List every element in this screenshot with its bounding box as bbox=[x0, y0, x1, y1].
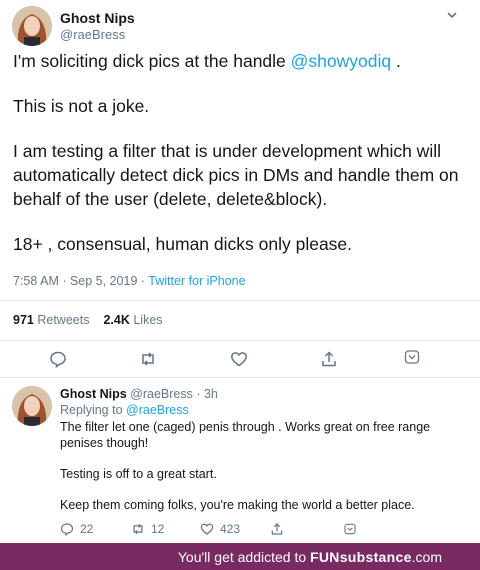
likes-count: 2.4K bbox=[103, 313, 130, 327]
retweets-label: Retweets bbox=[37, 313, 90, 327]
like-action[interactable]: 423 bbox=[200, 521, 240, 537]
tweet-paragraph: This is not a joke. bbox=[13, 96, 150, 116]
banner-text: You'll get addicted to FUNsubstance.com bbox=[178, 549, 442, 565]
retweets-stat[interactable]: 971 Retweets bbox=[13, 313, 89, 327]
share-icon[interactable] bbox=[320, 350, 338, 368]
bookmark-icon bbox=[344, 523, 356, 535]
retweet-action[interactable]: 12 bbox=[131, 521, 164, 537]
tweet-text-segment: I'm soliciting dick pics at the handle bbox=[13, 51, 291, 71]
mention-link[interactable]: @raeBress bbox=[126, 403, 189, 417]
retweet-icon bbox=[133, 523, 143, 535]
site-banner: You'll get addicted to FUNsubstance.com bbox=[0, 543, 480, 570]
reply-paragraph: Testing is off to a great start. bbox=[60, 467, 217, 481]
replying-to-label: Replying to bbox=[60, 403, 127, 417]
retweet-icon[interactable] bbox=[139, 350, 157, 368]
like-count: 423 bbox=[220, 522, 241, 536]
tweet-paragraph: I am testing a filter that is under deve… bbox=[13, 141, 459, 209]
banner-suffix: .com bbox=[411, 549, 442, 565]
chevron-down-icon[interactable] bbox=[445, 8, 459, 22]
timestamp[interactable]: 7:58 AM · Sep 5, 2019 · bbox=[13, 274, 148, 288]
retweets-count: 971 bbox=[13, 313, 34, 327]
avatar[interactable] bbox=[12, 386, 52, 426]
bookmark-icon[interactable] bbox=[403, 348, 421, 366]
mention-link[interactable]: @showyodiq bbox=[291, 51, 391, 71]
share-action[interactable] bbox=[270, 521, 284, 537]
reply-paragraph: Keep them coming folks, you're making th… bbox=[60, 498, 415, 512]
reply-icon bbox=[60, 523, 74, 536]
divider bbox=[0, 300, 480, 301]
share-icon bbox=[271, 523, 283, 535]
divider bbox=[0, 340, 480, 341]
tweet-stats: 971 Retweets 2.4K Likes bbox=[13, 313, 163, 327]
author-name[interactable]: Ghost Nips bbox=[60, 10, 135, 26]
banner-prefix: You'll get addicted to bbox=[177, 549, 311, 565]
reply-icon[interactable] bbox=[49, 350, 67, 368]
divider bbox=[0, 377, 480, 378]
author-name[interactable]: Ghost Nips bbox=[60, 387, 127, 401]
reply-action[interactable]: 22 bbox=[60, 521, 93, 537]
reply-text: The filter let one (caged) penis through… bbox=[60, 419, 470, 528]
tweet-text: I'm soliciting dick pics at the handle @… bbox=[13, 49, 468, 277]
source-link[interactable]: Twitter for iPhone bbox=[148, 274, 245, 288]
replying-to: Replying to @raeBress bbox=[60, 403, 189, 417]
tweet-meta: 7:58 AM · Sep 5, 2019 · Twitter for iPho… bbox=[13, 274, 246, 288]
tweet-paragraph: I'm soliciting dick pics at the handle @… bbox=[13, 49, 468, 73]
like-icon[interactable] bbox=[230, 350, 248, 368]
banner-brand: FUNsubstance bbox=[310, 549, 412, 565]
like-icon bbox=[200, 523, 214, 535]
author-handle-time[interactable]: @raeBress · 3h bbox=[130, 387, 218, 401]
tweet-text-segment: . bbox=[391, 51, 401, 71]
reply-count: 22 bbox=[80, 522, 94, 536]
reply-header: Ghost Nips @raeBress · 3h bbox=[60, 387, 218, 401]
avatar[interactable] bbox=[12, 6, 52, 46]
likes-stat[interactable]: 2.4K Likes bbox=[103, 313, 162, 327]
tweet-paragraph: 18+ , consensual, human dicks only pleas… bbox=[13, 234, 353, 254]
bookmark-action[interactable] bbox=[343, 521, 357, 537]
likes-label: Likes bbox=[133, 313, 163, 327]
retweet-count: 12 bbox=[151, 522, 165, 536]
reply-paragraph: The filter let one (caged) penis through… bbox=[60, 420, 431, 450]
author-handle[interactable]: @raeBress bbox=[60, 27, 125, 42]
